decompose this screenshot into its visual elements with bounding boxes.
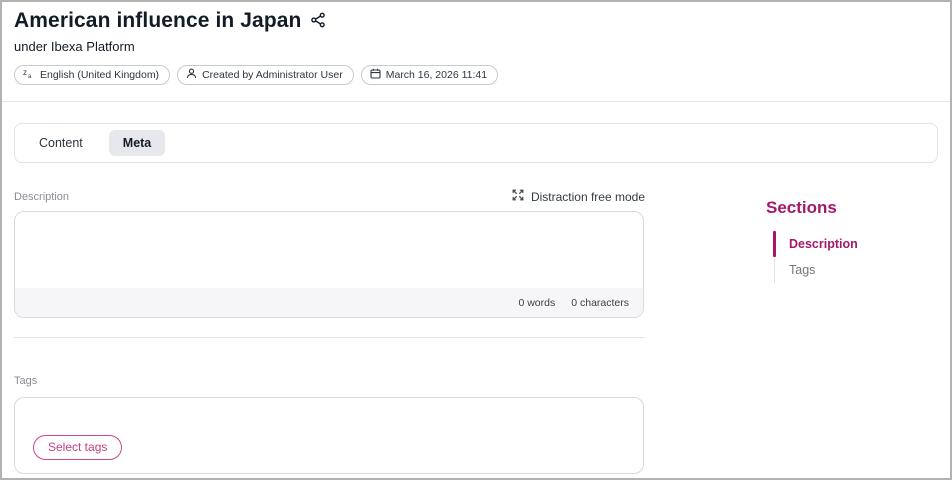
description-field-section: Description Distraction free mode <box>14 189 645 318</box>
tab-bar: Content Meta <box>14 123 938 163</box>
user-icon <box>186 68 197 82</box>
sections-item-description[interactable]: Description <box>775 231 946 257</box>
svg-text:z: z <box>23 68 27 77</box>
header-divider <box>2 101 950 102</box>
sections-sidebar: Sections Description Tags <box>766 189 946 474</box>
tags-field-section: Tags Select tags <box>14 371 645 474</box>
date-badge-label: March 16, 2026 11:41 <box>386 69 487 81</box>
creator-badge: Created by Administrator User <box>177 65 354 85</box>
field-divider <box>14 337 645 338</box>
date-badge: March 16, 2026 11:41 <box>361 65 498 85</box>
sections-heading: Sections <box>766 199 946 217</box>
page-header: American influence in Japan under Ibexa … <box>2 2 950 85</box>
distraction-free-mode-button[interactable]: Distraction free mode <box>512 189 645 204</box>
tab-content[interactable]: Content <box>25 130 97 156</box>
form-column: Description Distraction free mode <box>14 189 645 474</box>
description-editor-footer: 0 words 0 characters <box>15 288 643 317</box>
content-edit-page: American influence in Japan under Ibexa … <box>0 0 952 480</box>
description-label: Description <box>14 191 69 203</box>
svg-text:a: a <box>28 74 32 79</box>
distraction-free-mode-label: Distraction free mode <box>531 190 645 204</box>
sections-list: Description Tags <box>774 231 946 283</box>
tags-field-box: Select tags <box>14 397 644 474</box>
description-field-head: Description Distraction free mode <box>14 189 645 204</box>
sections-item-tags[interactable]: Tags <box>775 257 946 283</box>
language-badge-label: English (United Kingdom) <box>40 69 159 81</box>
page-title: American influence in Japan <box>14 8 301 34</box>
share-button[interactable] <box>310 12 326 31</box>
translate-icon: z a <box>23 68 35 82</box>
creator-badge-label: Created by Administrator User <box>202 69 343 81</box>
parent-location-text: under Ibexa Platform <box>14 39 938 55</box>
title-row: American influence in Japan <box>14 8 938 34</box>
description-editor: 0 words 0 characters <box>14 211 644 318</box>
description-editable-area[interactable] <box>15 212 643 288</box>
character-count: 0 characters <box>571 297 629 309</box>
meta-badges: z a English (United Kingdom) Created by … <box>14 65 938 85</box>
expand-icon <box>512 189 524 204</box>
word-count: 0 words <box>518 297 555 309</box>
calendar-icon <box>370 68 381 82</box>
tags-label: Tags <box>14 375 37 387</box>
select-tags-button[interactable]: Select tags <box>33 435 122 460</box>
tab-meta[interactable]: Meta <box>109 130 165 156</box>
content-area: Description Distraction free mode <box>2 189 950 474</box>
language-badge: z a English (United Kingdom) <box>14 65 170 85</box>
share-icon <box>310 12 326 31</box>
